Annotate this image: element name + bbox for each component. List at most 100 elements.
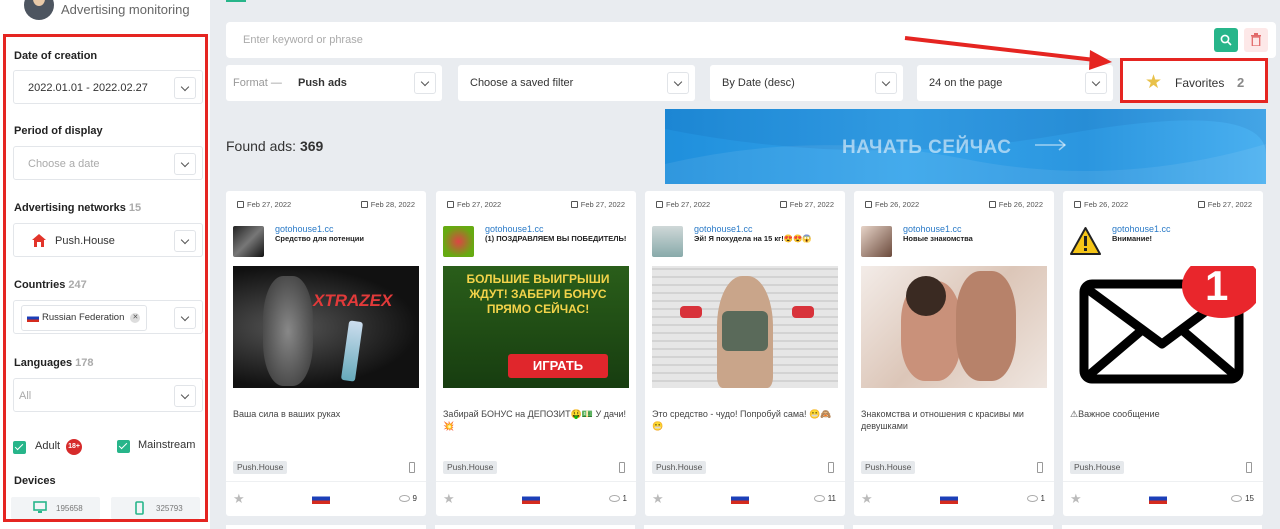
- ad-domain[interactable]: gotohouse1.cc: [694, 224, 753, 234]
- per-page-select[interactable]: 24 on the page: [917, 65, 1113, 101]
- mobile-icon: [619, 462, 625, 473]
- card-divider: [1063, 481, 1263, 482]
- card-divider: [645, 481, 845, 482]
- ad-date-start: Feb 27, 2022: [656, 200, 710, 209]
- countries-select[interactable]: Russian Federation ✕: [13, 300, 203, 334]
- promo-banner[interactable]: НАЧАТЬ СЕЙЧАС: [665, 109, 1266, 184]
- format-label: Format —: [233, 77, 282, 89]
- format-select[interactable]: Format — Push ads: [226, 65, 442, 101]
- favorites-button[interactable]: ★ Favorites 2: [1120, 58, 1268, 103]
- date-of-creation-select[interactable]: 2022.01.01 - 2022.02.27: [13, 70, 203, 104]
- favorite-star-icon[interactable]: ★: [652, 491, 664, 507]
- favorite-star-icon[interactable]: ★: [861, 491, 873, 507]
- calendar-icon: [360, 201, 368, 208]
- chevron-down-icon[interactable]: [174, 307, 196, 329]
- card-divider: [854, 481, 1054, 482]
- mobile-icon: [409, 462, 415, 473]
- ad-date-start: Feb 27, 2022: [447, 200, 501, 209]
- advertising-network-value: Push.House: [55, 235, 115, 247]
- ad-views: 1: [608, 494, 627, 503]
- languages-select[interactable]: All: [13, 378, 203, 412]
- star-icon: ★: [1145, 72, 1163, 93]
- sidebar: Advertising monitoring Date of creation …: [0, 0, 210, 529]
- chevron-down-icon[interactable]: [174, 77, 196, 99]
- ad-domain[interactable]: gotohouse1.cc: [485, 224, 544, 234]
- eye-icon: [1026, 495, 1038, 502]
- countries-label: Countries 247: [14, 279, 87, 291]
- russia-flag-icon: [312, 493, 330, 504]
- desktop-device-button[interactable]: 195658: [11, 497, 100, 519]
- ad-card[interactable]: Feb 27, 2022 Feb 27, 2022 gotohouse1.cc …: [645, 191, 845, 516]
- chevron-down-icon[interactable]: [875, 72, 897, 94]
- advertising-networks-select[interactable]: Push.House: [13, 223, 203, 257]
- favorite-star-icon[interactable]: ★: [233, 491, 245, 507]
- search-icon: [1220, 34, 1232, 46]
- favorites-label: Favorites: [1175, 76, 1225, 90]
- ad-date-end: Feb 27, 2022: [1197, 200, 1252, 209]
- ad-domain[interactable]: gotohouse1.cc: [1112, 224, 1171, 234]
- logo[interactable]: Advertising monitoring: [0, 0, 210, 22]
- close-icon[interactable]: ✕: [130, 313, 141, 323]
- period-of-display-label: Period of display: [14, 125, 103, 137]
- clear-button[interactable]: [1244, 28, 1268, 52]
- ad-card[interactable]: Feb 27, 2022 Feb 27, 2022 gotohouse1.cc …: [436, 191, 636, 516]
- calendar-icon: [779, 201, 787, 208]
- ad-card[interactable]: Feb 27, 2022 Feb 28, 2022 gotohouse1.cc …: [226, 191, 426, 516]
- mobile-icon: [1037, 462, 1043, 473]
- ad-domain[interactable]: gotohouse1.cc: [903, 224, 962, 234]
- ad-date-end: Feb 27, 2022: [779, 200, 834, 209]
- ad-card[interactable]: Feb 26, 2022 Feb 27, 2022 gotohouse1.cc …: [1063, 191, 1263, 516]
- found-ads: Found ads: 369: [226, 138, 324, 154]
- date-of-creation-label: Date of creation: [14, 50, 98, 62]
- russia-flag-icon: [940, 493, 958, 504]
- calendar-icon: [237, 201, 244, 208]
- ad-title: Внимание!: [1112, 234, 1152, 243]
- ad-views: 9: [398, 494, 417, 503]
- chevron-down-icon[interactable]: [1085, 72, 1107, 94]
- chevron-down-icon[interactable]: [174, 230, 196, 252]
- adult-checkbox[interactable]: [13, 441, 26, 454]
- eye-icon: [608, 495, 620, 502]
- search-button[interactable]: [1214, 28, 1238, 52]
- period-of-display-select[interactable]: Choose a date: [13, 146, 203, 180]
- search-input[interactable]: Enter keyword or phrase: [243, 34, 363, 46]
- languages-value: All: [19, 390, 32, 402]
- chevron-down-icon[interactable]: [414, 72, 436, 94]
- arrow-right-icon: [1035, 139, 1067, 151]
- next-row-cards: [226, 525, 1266, 529]
- ad-network-tag: Push.House: [1070, 461, 1125, 474]
- saved-filter-select[interactable]: Choose a saved filter: [458, 65, 695, 101]
- ad-network-tag: Push.House: [652, 461, 707, 474]
- favorite-star-icon[interactable]: ★: [1070, 491, 1082, 507]
- desktop-count: 195658: [56, 504, 83, 513]
- ad-card[interactable]: Feb 26, 2022 Feb 26, 2022 gotohouse1.cc …: [854, 191, 1054, 516]
- ad-image: XTRAZEX: [233, 266, 419, 388]
- country-chip[interactable]: Russian Federation ✕: [21, 305, 148, 331]
- chevron-down-icon[interactable]: [667, 72, 689, 94]
- mobile-device-button[interactable]: 325793: [111, 497, 200, 519]
- ad-icon-thumbnail: [233, 226, 264, 257]
- devices-label: Devices: [14, 475, 56, 487]
- ad-description: Это средство - чудо! Попробуй сама! 😬🙈😬: [652, 409, 832, 431]
- calendar-icon: [570, 201, 578, 208]
- ad-image: [861, 266, 1047, 388]
- sort-select[interactable]: By Date (desc): [710, 65, 903, 101]
- warning-icon: [1070, 227, 1101, 255]
- ad-domain[interactable]: gotohouse1.cc: [275, 224, 334, 234]
- logo-avatar-icon: [24, 0, 54, 20]
- ad-date-start: Feb 26, 2022: [865, 200, 919, 209]
- favorite-star-icon[interactable]: ★: [443, 491, 455, 507]
- mainstream-checkbox[interactable]: [117, 440, 130, 453]
- banner-text: НАЧАТЬ СЕЙЧАС: [842, 137, 1012, 158]
- eye-icon: [813, 495, 825, 502]
- ad-icon-thumbnail: [861, 226, 892, 257]
- chevron-down-icon[interactable]: [174, 153, 196, 175]
- period-of-display-placeholder: Choose a date: [28, 158, 100, 170]
- date-of-creation-value: 2022.01.01 - 2022.02.27: [28, 82, 148, 94]
- house-icon: [32, 234, 46, 247]
- ad-network-tag: Push.House: [233, 461, 288, 474]
- mobile-count: 325793: [156, 504, 183, 513]
- calendar-icon: [988, 201, 996, 208]
- ad-image: 1: [1070, 266, 1256, 388]
- chevron-down-icon[interactable]: [174, 385, 196, 407]
